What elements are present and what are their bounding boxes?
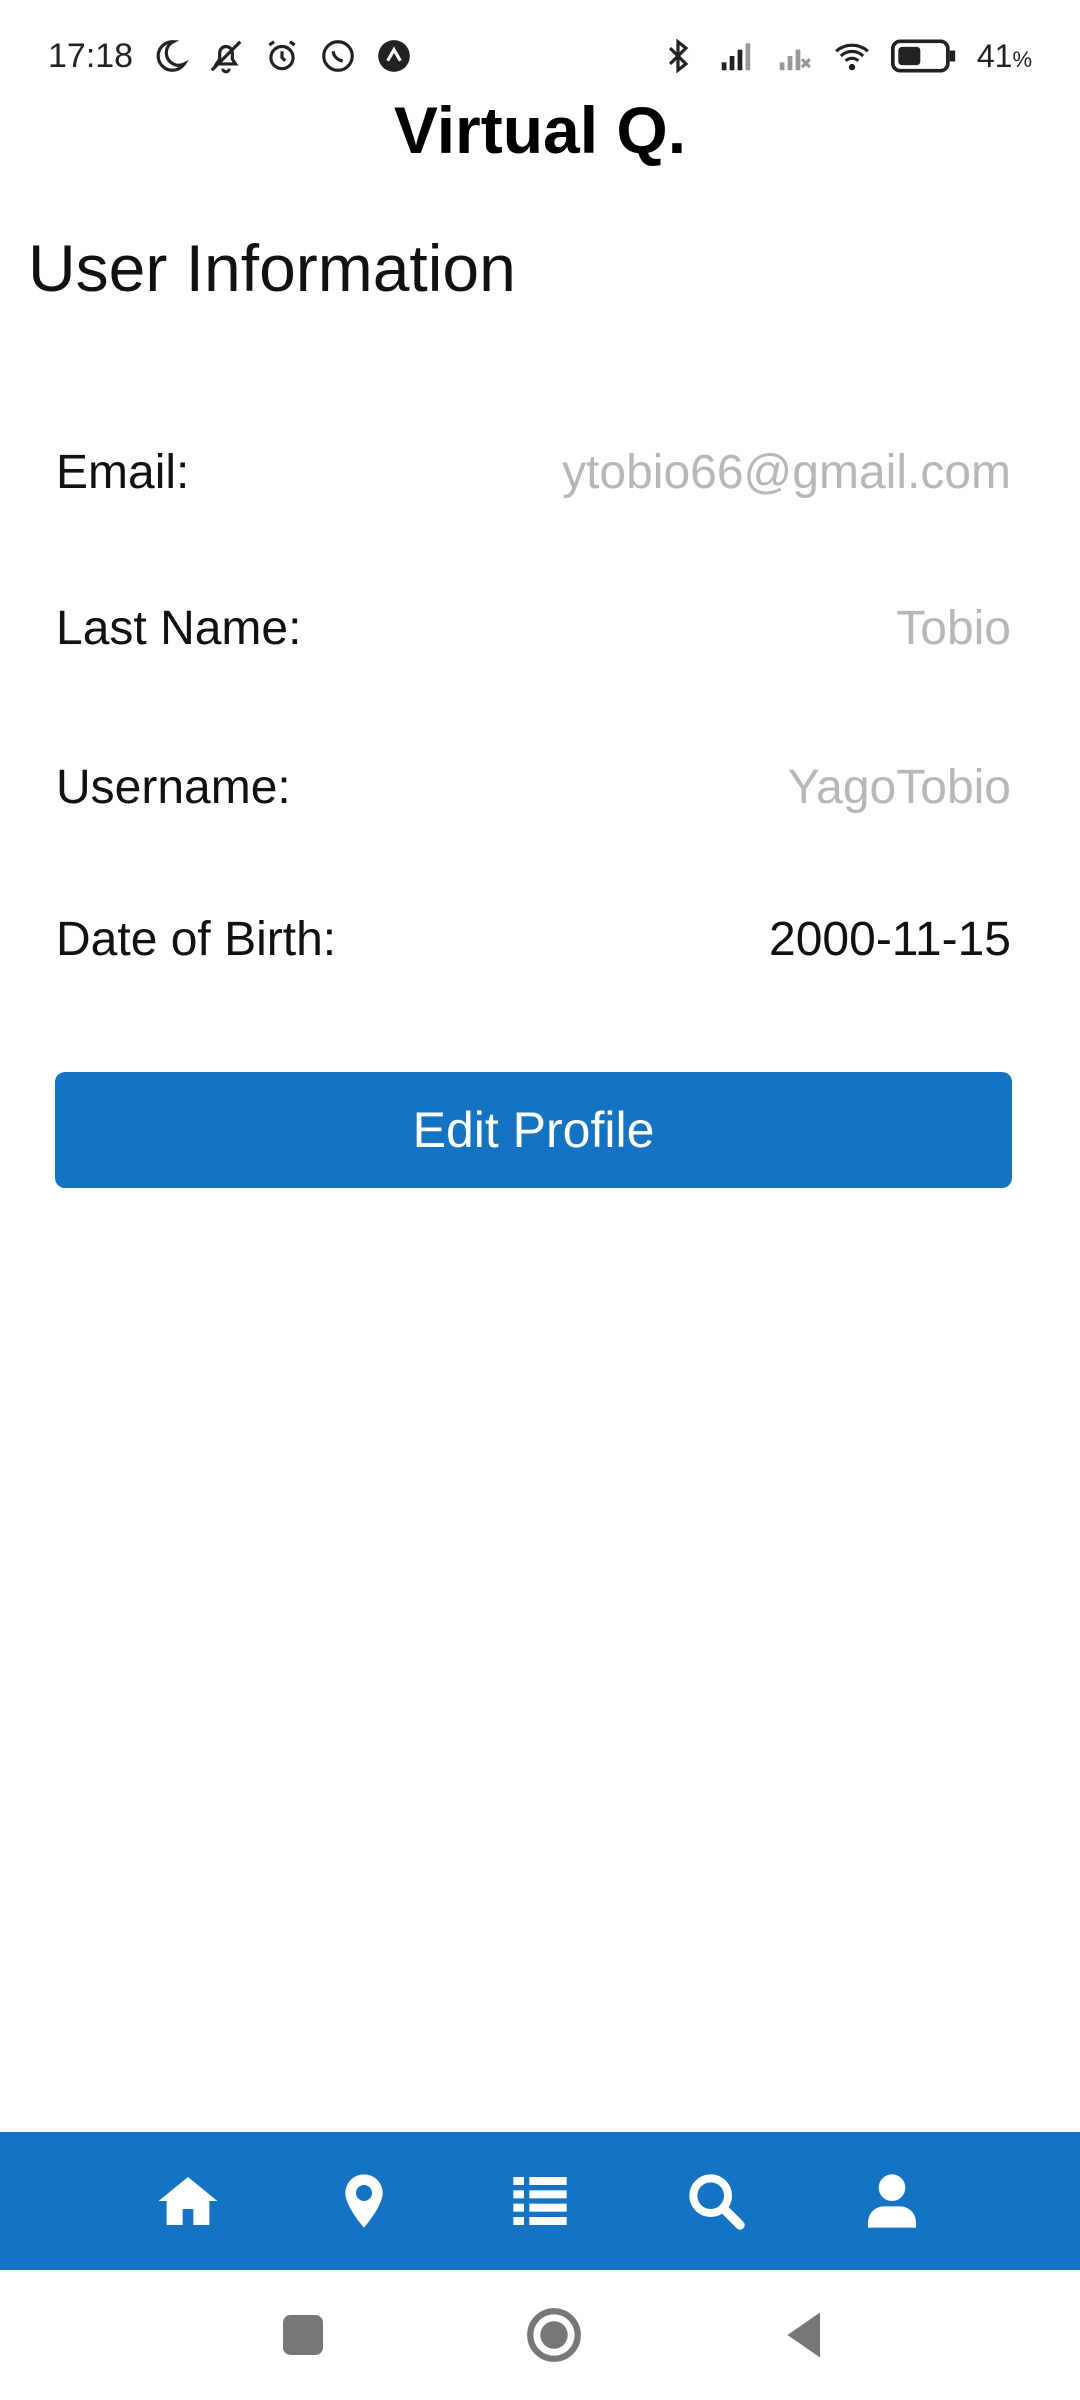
wifi-icon bbox=[833, 37, 871, 75]
map-tab[interactable] bbox=[324, 2161, 404, 2241]
dob-label: Date of Birth: bbox=[56, 913, 337, 966]
edit-profile-button[interactable]: Edit Profile bbox=[55, 1072, 1012, 1188]
app-title: Virtual Q. bbox=[393, 93, 687, 167]
signal-icon bbox=[717, 37, 755, 75]
list-tab[interactable] bbox=[500, 2161, 580, 2241]
system-nav-bar bbox=[0, 2270, 1080, 2400]
email-label: Email: bbox=[56, 446, 190, 499]
section-title: User Information bbox=[28, 231, 516, 305]
last-name-value: Tobio bbox=[896, 602, 1011, 655]
whatsapp-icon bbox=[319, 37, 357, 75]
signal-off-icon bbox=[775, 37, 813, 75]
home-tab[interactable] bbox=[148, 2161, 228, 2241]
username-row: Username: YagoTobio bbox=[56, 760, 1011, 815]
dob-value: 2000-11-15 bbox=[769, 913, 1011, 966]
profile-tab[interactable] bbox=[852, 2161, 932, 2241]
battery-icon bbox=[890, 37, 957, 75]
home-circle-icon bbox=[527, 2308, 581, 2362]
recents-button[interactable] bbox=[268, 2300, 338, 2370]
username-value: YagoTobio bbox=[787, 761, 1011, 814]
user-icon bbox=[868, 2174, 916, 2228]
dob-row: Date of Birth: 2000-11-15 bbox=[56, 912, 1011, 967]
bluetooth-icon bbox=[659, 37, 697, 75]
email-row: Email: ytobio66@gmail.com bbox=[56, 445, 1011, 500]
moon-icon bbox=[151, 37, 190, 75]
list-icon bbox=[513, 2177, 567, 2225]
app-arrow-icon bbox=[375, 37, 413, 75]
home-button[interactable] bbox=[519, 2300, 589, 2370]
email-value: ytobio66@gmail.com bbox=[562, 446, 1011, 499]
back-button[interactable] bbox=[770, 2300, 840, 2370]
battery-level: 41% bbox=[976, 37, 1032, 74]
search-tab[interactable] bbox=[676, 2161, 756, 2241]
status-left: 17:18 bbox=[48, 37, 413, 76]
back-icon bbox=[787, 2312, 820, 2358]
search-icon bbox=[689, 2174, 745, 2230]
last-name-row: Last Name: Tobio bbox=[56, 601, 1011, 656]
bell-off-icon bbox=[207, 37, 245, 75]
last-name-label: Last Name: bbox=[56, 602, 302, 655]
alarm-icon bbox=[263, 37, 301, 75]
recents-icon bbox=[283, 2315, 323, 2355]
status-time: 17:18 bbox=[48, 36, 134, 75]
map-pin-icon bbox=[345, 2174, 383, 2228]
username-label: Username: bbox=[56, 761, 291, 814]
bottom-tab-bar bbox=[0, 2132, 1080, 2270]
home-icon bbox=[158, 2177, 218, 2225]
status-right: 41% bbox=[659, 37, 1032, 75]
